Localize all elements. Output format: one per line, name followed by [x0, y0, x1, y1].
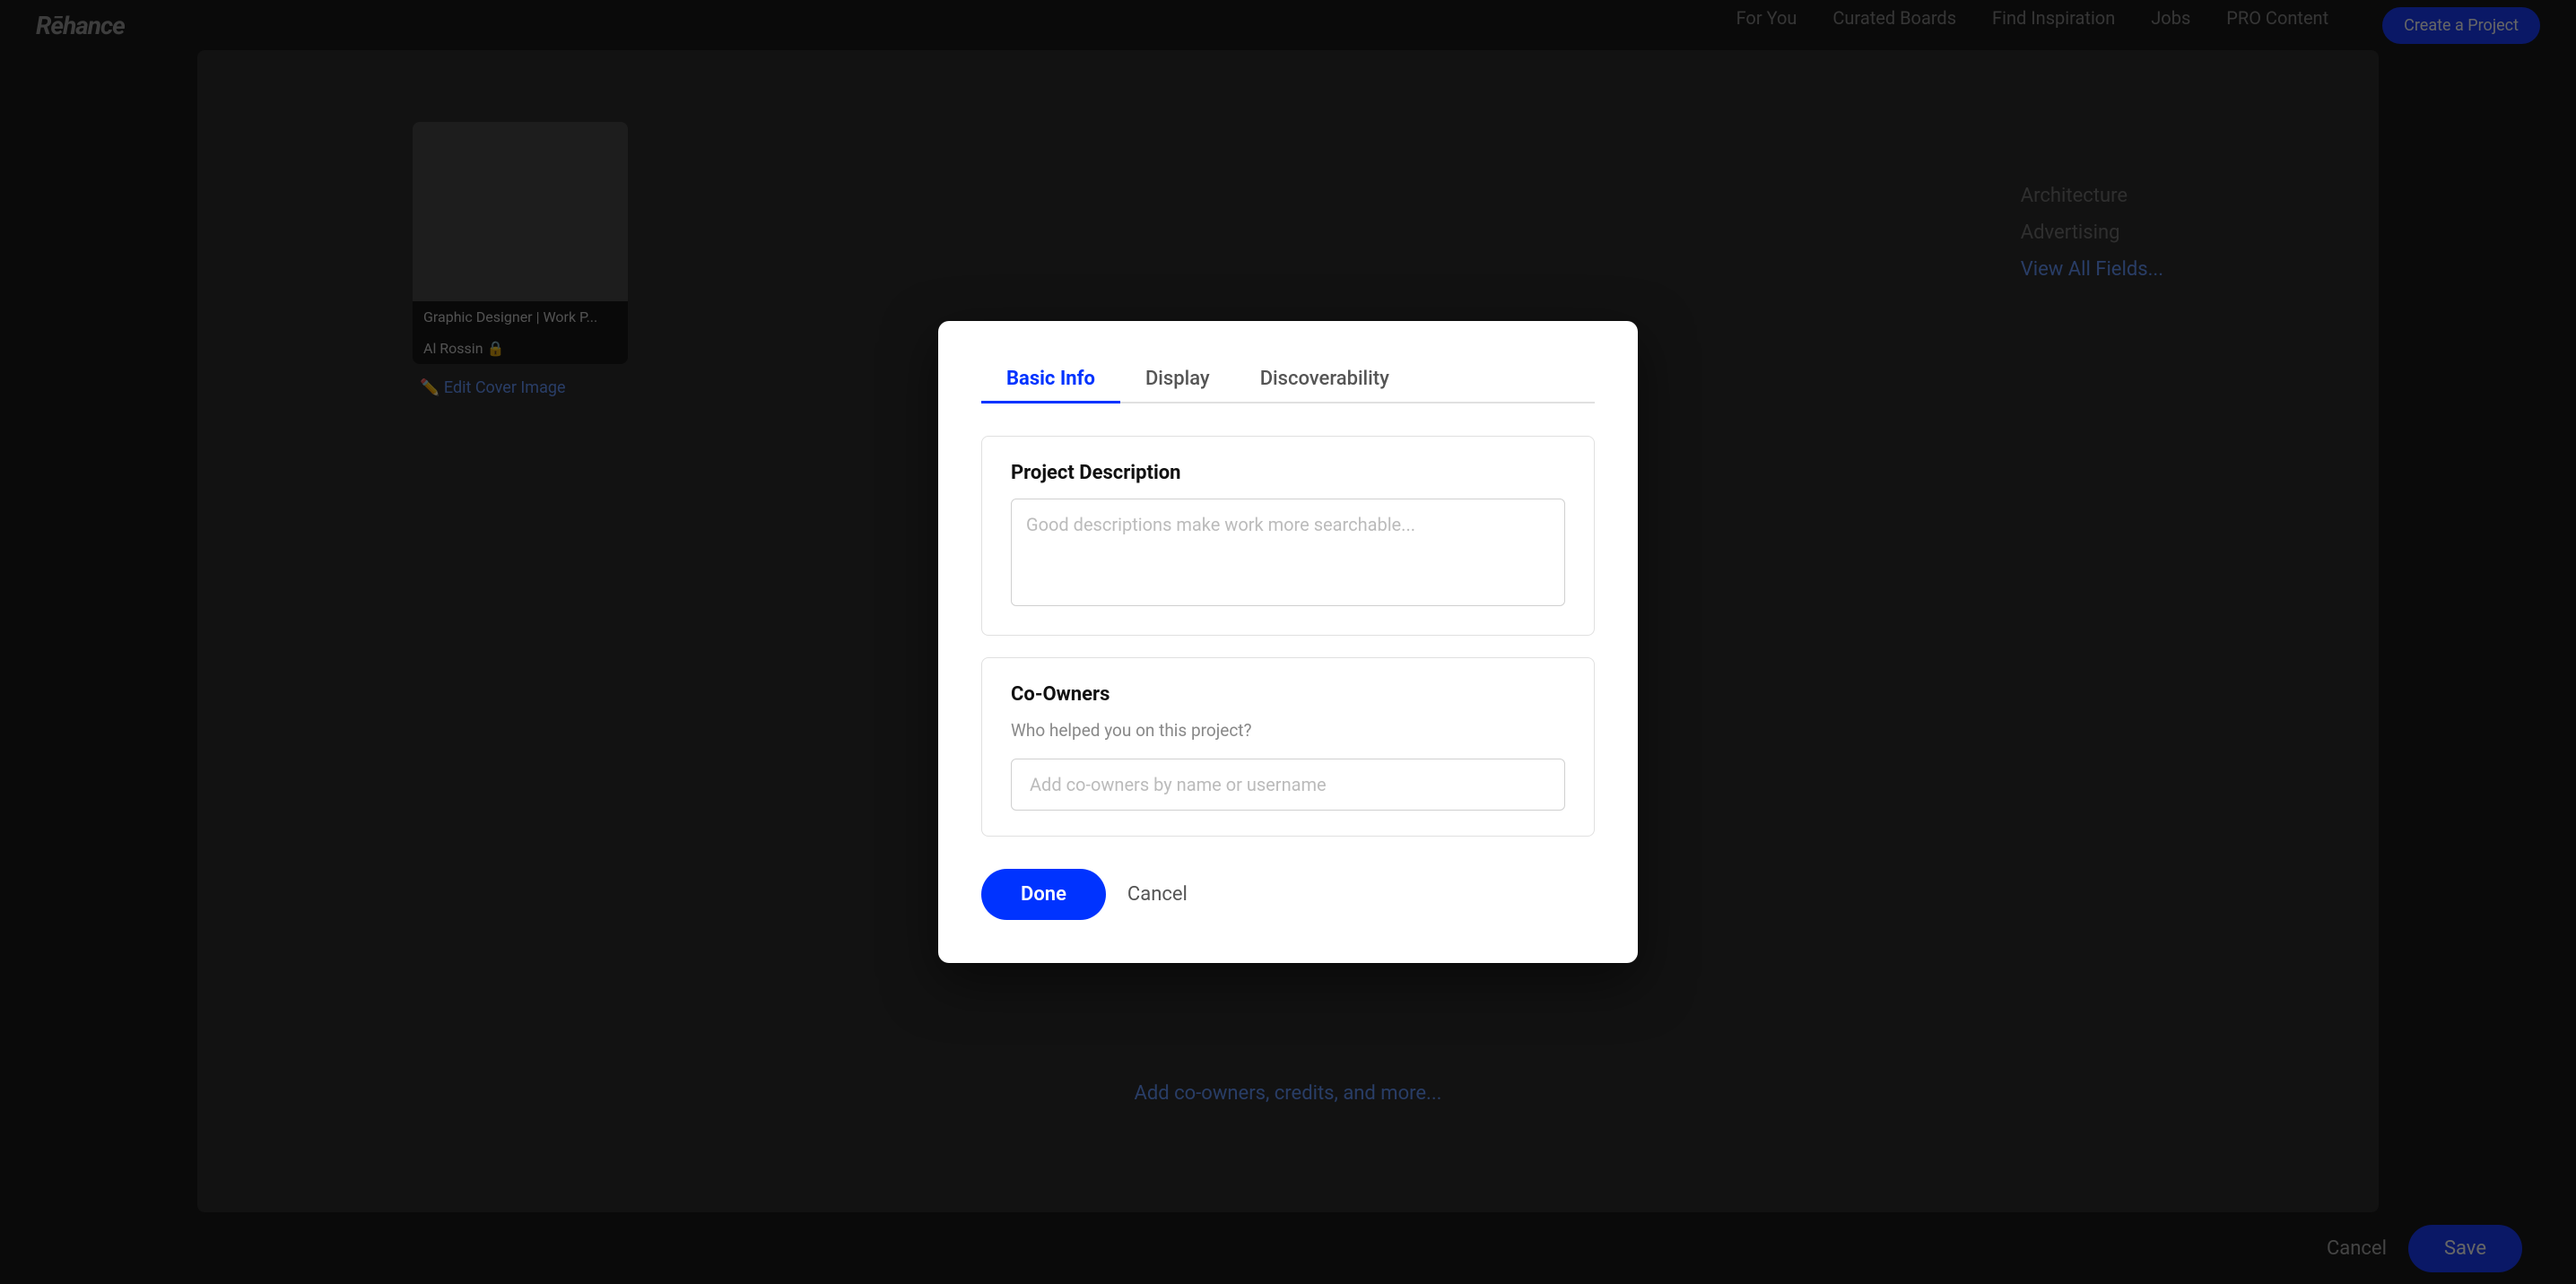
- done-button[interactable]: Done: [981, 869, 1106, 920]
- co-owners-input[interactable]: [1011, 759, 1565, 811]
- modal-dialog: Basic Info Display Discoverability Proje…: [938, 321, 1638, 963]
- tab-bar: Basic Info Display Discoverability: [981, 357, 1595, 403]
- co-owners-subtitle: Who helped you on this project?: [1011, 720, 1565, 741]
- tab-basic-info[interactable]: Basic Info: [981, 357, 1120, 403]
- project-description-textarea[interactable]: [1011, 499, 1565, 606]
- modal-overlay: Basic Info Display Discoverability Proje…: [0, 0, 2576, 1284]
- tab-display[interactable]: Display: [1120, 357, 1235, 403]
- tab-discoverability[interactable]: Discoverability: [1235, 357, 1414, 403]
- cancel-button[interactable]: Cancel: [1127, 883, 1188, 906]
- project-description-title: Project Description: [1011, 462, 1565, 484]
- co-owners-section: Co-Owners Who helped you on this project…: [981, 657, 1595, 837]
- co-owners-title: Co-Owners: [1011, 683, 1565, 706]
- project-description-section: Project Description: [981, 436, 1595, 636]
- modal-footer: Done Cancel: [981, 869, 1595, 920]
